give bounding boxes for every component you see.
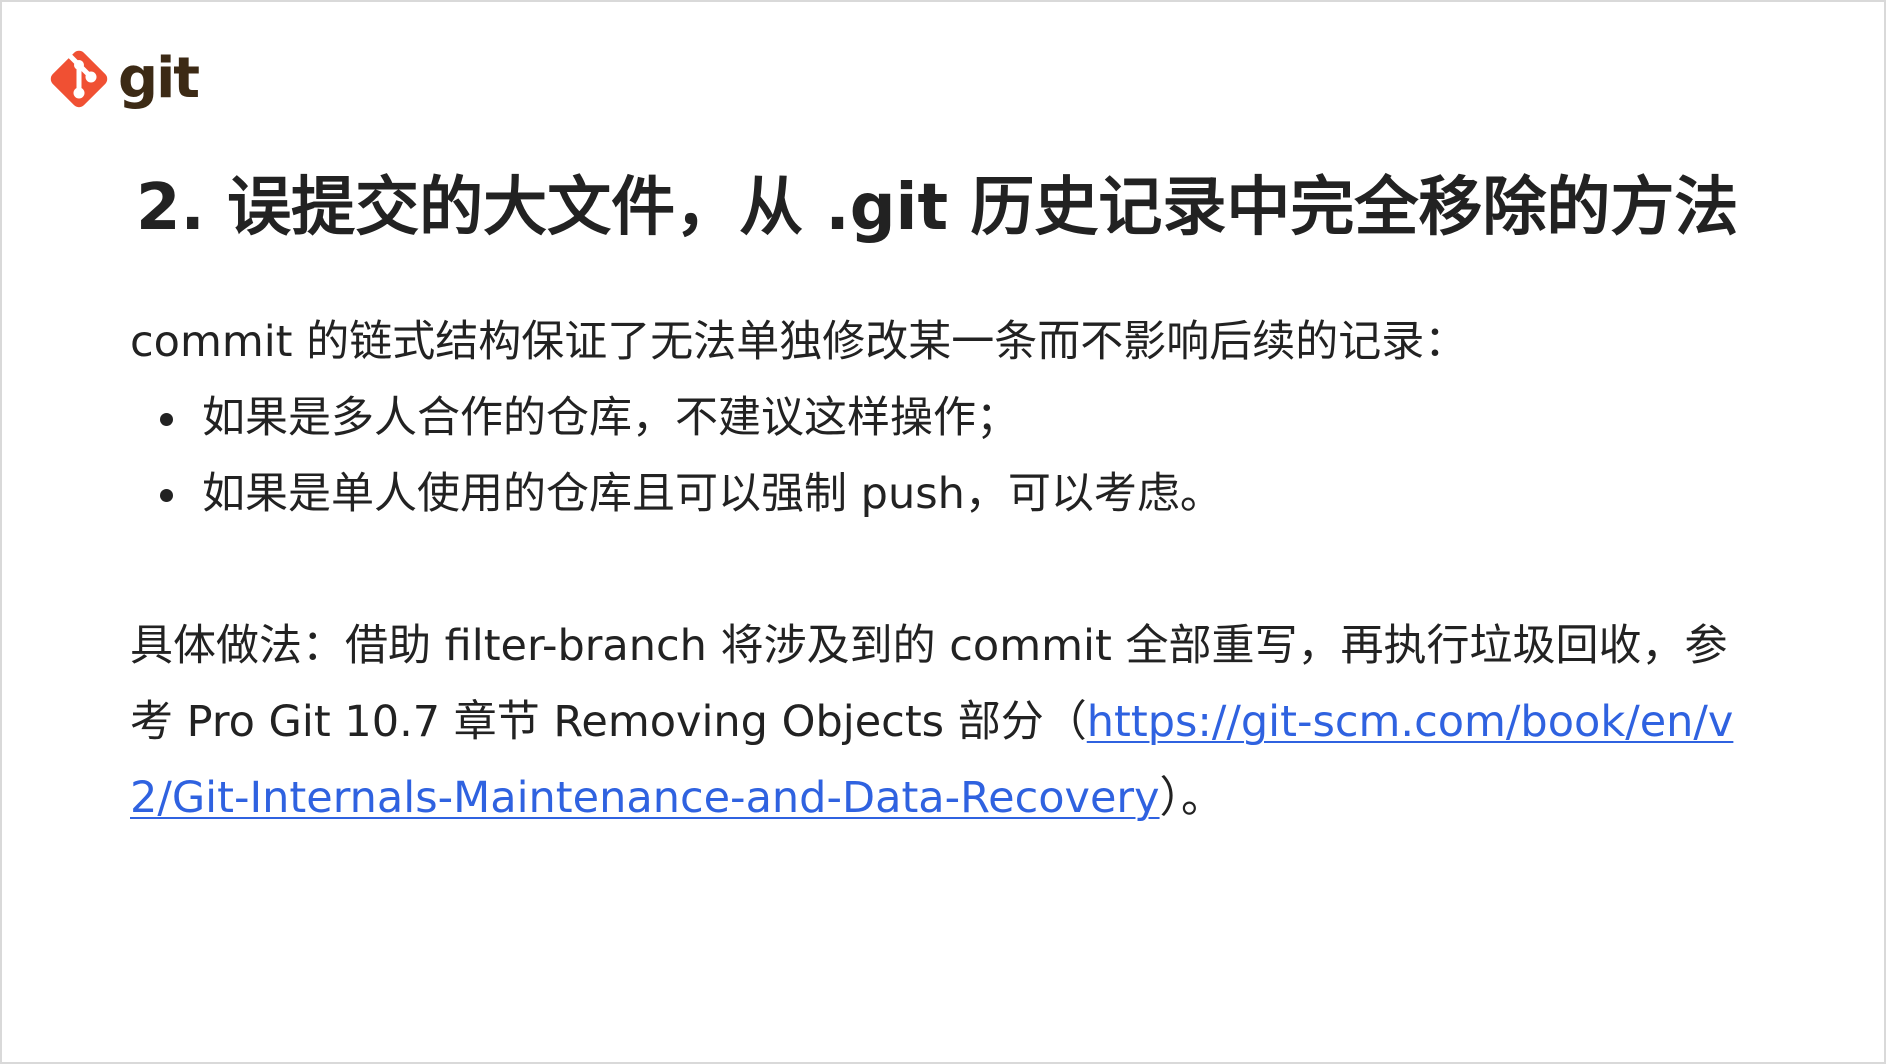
bullet-text: 如果是单人使用的仓库且可以强制 push，可以考虑。 — [202, 469, 1223, 519]
method-paragraph: 具体做法：借助 filter-branch 将涉及到的 commit 全部重写，… — [130, 608, 1750, 836]
intro-text: commit 的链式结构保证了无法单独修改某一条而不影响后续的记录： — [130, 317, 1468, 367]
slide-content: commit 的链式结构保证了无法单独修改某一条而不影响后续的记录： 如果是多人… — [130, 304, 1750, 836]
bullet-item: 如果是单人使用的仓库且可以强制 push，可以考虑。 — [130, 456, 1750, 532]
bullet-list: 如果是多人合作的仓库，不建议这样操作； 如果是单人使用的仓库且可以强制 push… — [130, 380, 1750, 532]
slide-title: 2. 误提交的大文件，从 .git 历史记录中完全移除的方法 — [136, 171, 1739, 245]
slide: git 2. 误提交的大文件，从 .git 历史记录中完全移除的方法 commi… — [0, 0, 1886, 1064]
git-logo: git — [46, 46, 200, 112]
bullet-text: 如果是多人合作的仓库，不建议这样操作； — [202, 393, 1019, 443]
method-suffix: ）。 — [1159, 773, 1225, 823]
bullet-dot-icon — [160, 489, 173, 502]
git-logo-text: git — [118, 46, 200, 111]
bullet-dot-icon — [160, 413, 173, 426]
git-logo-icon — [50, 50, 108, 108]
bullet-item: 如果是多人合作的仓库，不建议这样操作； — [130, 380, 1750, 456]
